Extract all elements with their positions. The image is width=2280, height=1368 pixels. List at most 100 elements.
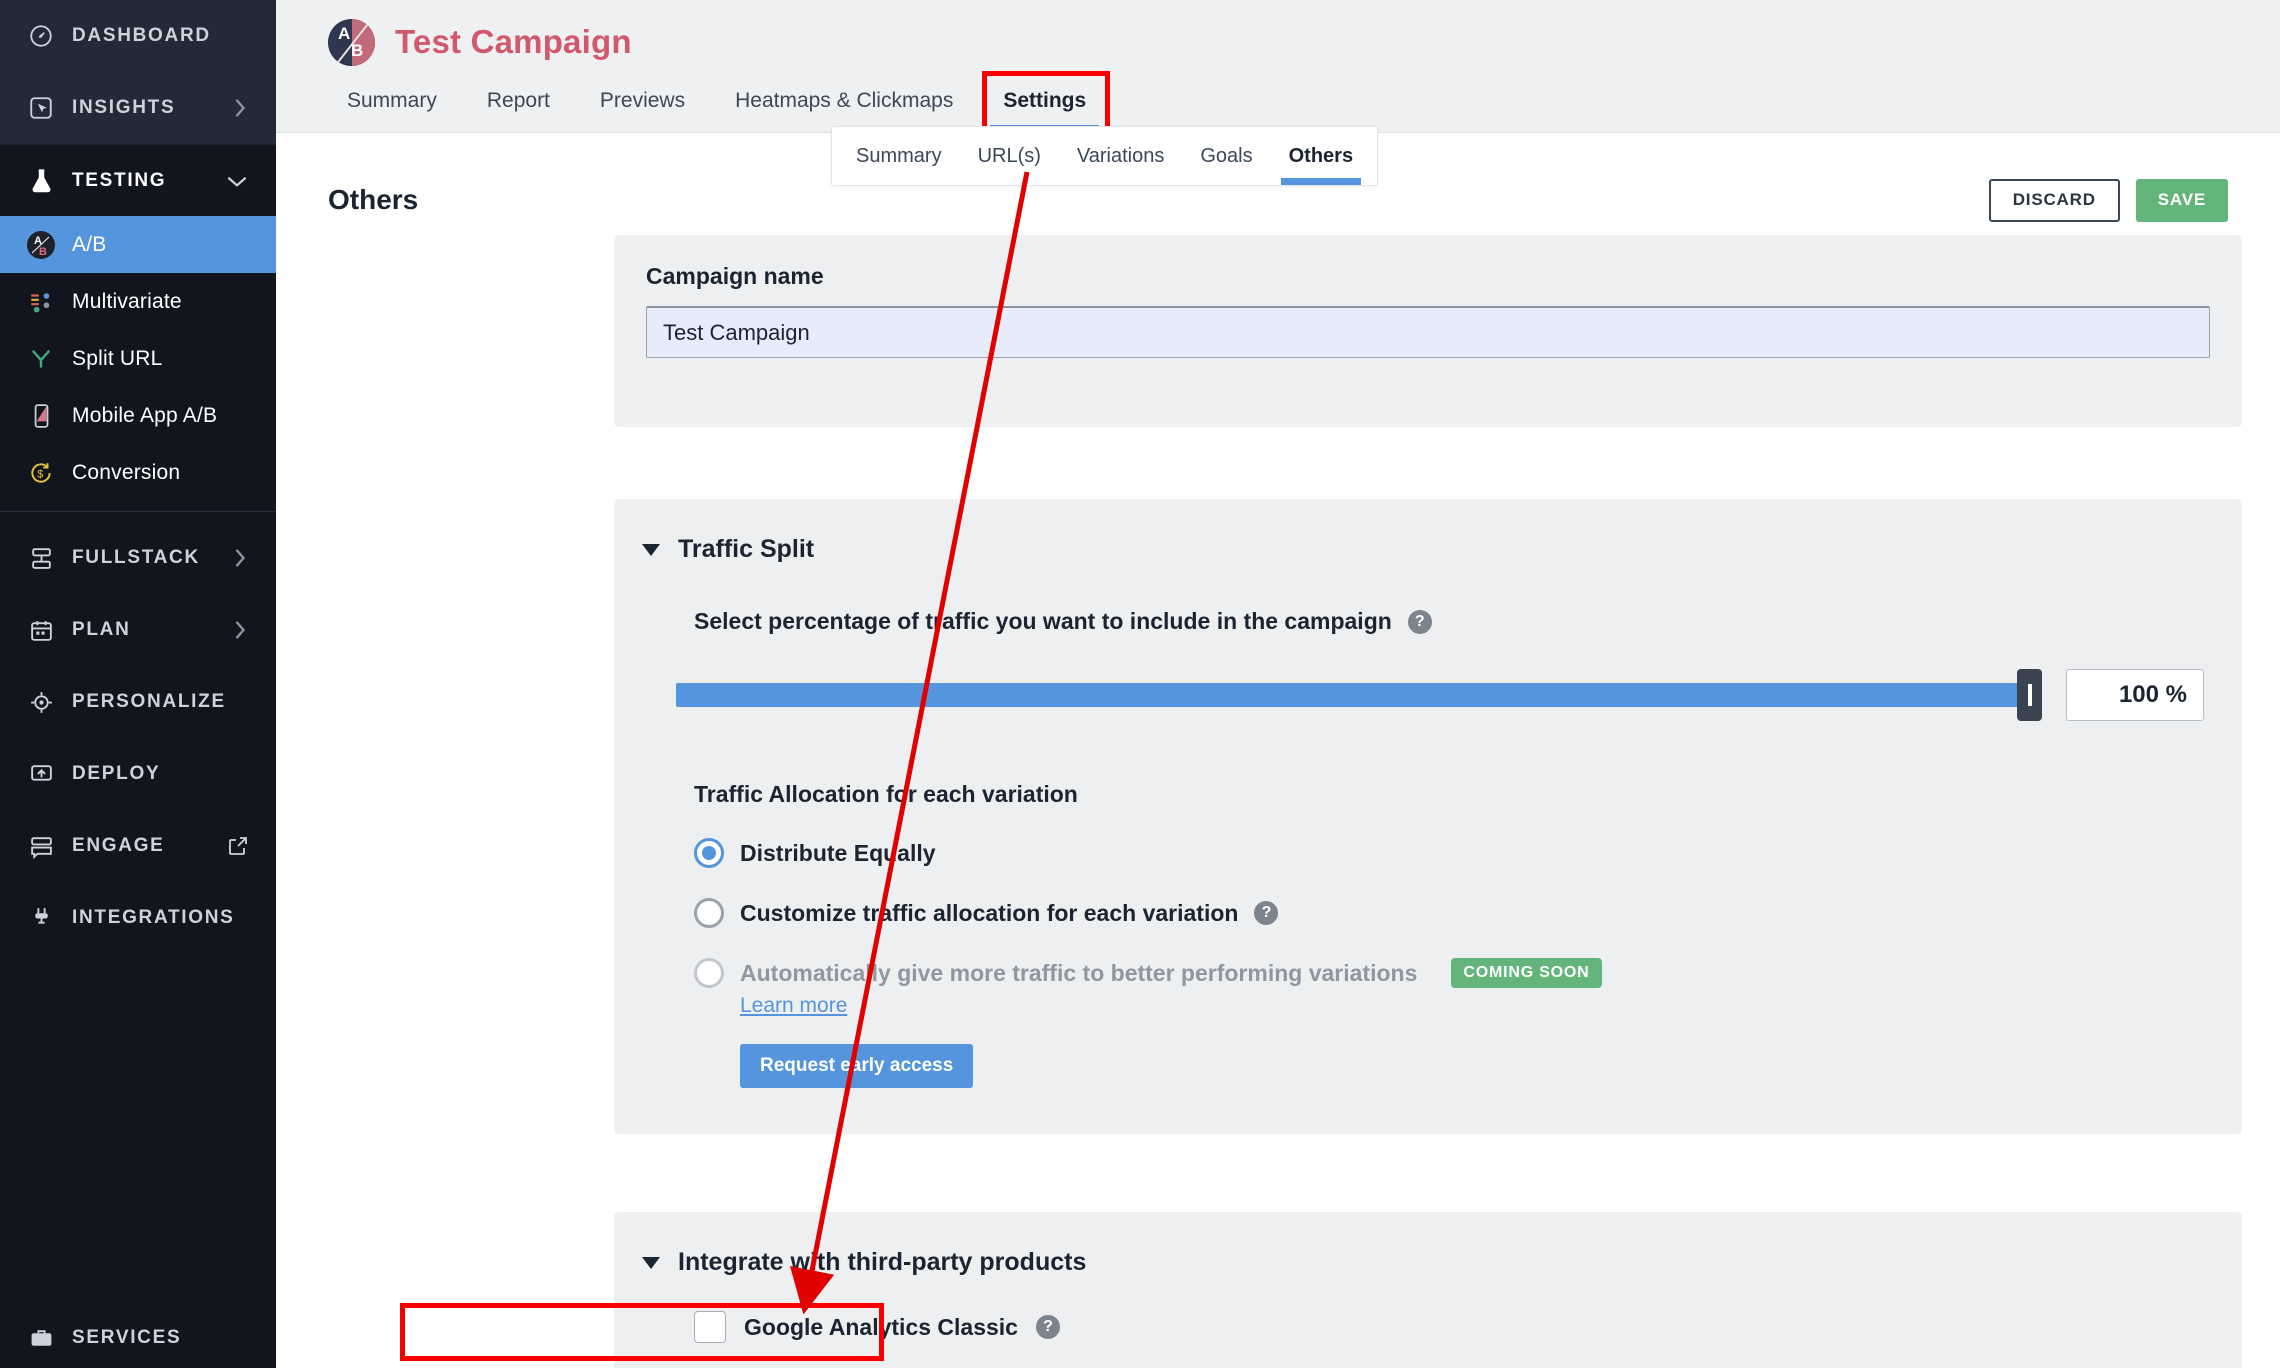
traffic-percent-label-row: Select percentage of traffic you want to… — [614, 608, 2242, 635]
checkbox-row-google-analytics-classic[interactable]: Google Analytics Classic ? — [614, 1311, 2242, 1343]
sidebar-item-label: TESTING — [72, 170, 166, 192]
sidebar-item-deploy[interactable]: DEPLOY — [0, 738, 276, 810]
request-early-access-button[interactable]: Request early access — [740, 1044, 973, 1088]
main-sidebar: DASHBOARD INSIGHTS TESTING — [0, 0, 276, 1368]
campaign-title-row: A B Test Campaign — [276, 0, 2280, 70]
traffic-allocation-title: Traffic Allocation for each variation — [614, 781, 2242, 808]
radio-option-distribute-equally[interactable]: Distribute Equally — [614, 838, 2242, 868]
tab-heatmaps-clickmaps[interactable]: Heatmaps & Clickmaps — [710, 70, 978, 132]
traffic-split-title: Traffic Split — [678, 535, 814, 564]
sidebar-item-label: DEPLOY — [72, 763, 160, 785]
sidebar-item-dashboard[interactable]: DASHBOARD — [0, 0, 276, 72]
svg-text:B: B — [39, 246, 47, 258]
sidebar-item-label: INSIGHTS — [72, 97, 175, 119]
subtab-others[interactable]: Others — [1271, 127, 1371, 185]
sidebar-item-label: Multivariate — [72, 290, 182, 314]
subtab-variations[interactable]: Variations — [1059, 127, 1182, 185]
chevron-right-icon — [230, 94, 250, 122]
checkbox-label: Google Analytics Classic — [744, 1314, 1018, 1341]
radio-button-unselected[interactable] — [694, 898, 724, 928]
sidebar-item-label: Conversion — [72, 461, 180, 485]
ab-logo-letter-a: A — [338, 24, 350, 44]
sidebar-item-fullstack[interactable]: FULLSTACK — [0, 522, 276, 594]
traffic-slider-row: 100 % — [614, 669, 2242, 721]
sidebar-item-label: INTEGRATIONS — [72, 907, 235, 929]
help-icon[interactable]: ? — [1254, 901, 1278, 925]
traffic-slider[interactable] — [676, 683, 2032, 707]
tab-settings[interactable]: Settings — [978, 70, 1111, 132]
radio-button-selected[interactable] — [694, 838, 724, 868]
chevron-right-icon — [230, 544, 250, 572]
radio-label: Automatically give more traffic to bette… — [740, 960, 1417, 987]
traffic-split-collapse-header[interactable]: Traffic Split — [614, 535, 2242, 564]
sidebar-bottom-group: SERVICES — [0, 1308, 276, 1368]
sidebar-item-mobile-app-ab[interactable]: Mobile App A/B — [0, 387, 276, 444]
traffic-slider-handle[interactable] — [2017, 669, 2042, 721]
settings-subtab-bar: Summary URL(s) Variations Goals Others — [831, 126, 1378, 186]
chevron-down-icon — [224, 171, 250, 191]
integrate-collapse-header[interactable]: Integrate with third-party products — [614, 1248, 2242, 1277]
app-root: DASHBOARD INSIGHTS TESTING — [0, 0, 2280, 1368]
sidebar-item-label: Split URL — [72, 347, 163, 371]
chevron-right-icon — [230, 616, 250, 644]
traffic-split-card: Traffic Split Select percentage of traff… — [614, 499, 2242, 1134]
tab-report[interactable]: Report — [462, 70, 575, 132]
radio-button-disabled — [694, 958, 724, 988]
sidebar-item-multivariate[interactable]: Multivariate — [0, 273, 276, 330]
campaign-name-card: Campaign name Test Campaign — [614, 235, 2242, 427]
sidebar-item-label: FULLSTACK — [72, 547, 200, 569]
others-settings-panel: Others DISCARD SAVE Campaign name Test C… — [276, 133, 2280, 1368]
sidebar-item-testing[interactable]: TESTING — [0, 144, 276, 216]
discard-button[interactable]: DISCARD — [1989, 179, 2120, 222]
subtab-goals[interactable]: Goals — [1182, 127, 1270, 185]
sidebar-item-label: PLAN — [72, 619, 131, 641]
integrate-title: Integrate with third-party products — [678, 1248, 1086, 1277]
conversion-icon: $ — [26, 458, 56, 488]
primary-tab-bar: Summary Report Previews Heatmaps & Click… — [276, 70, 2280, 132]
sidebar-item-label: SERVICES — [72, 1327, 181, 1349]
sidebar-item-split-url[interactable]: Split URL — [0, 330, 276, 387]
calendar-icon — [26, 615, 56, 645]
sidebar-item-personalize[interactable]: PERSONALIZE — [0, 666, 276, 738]
header-actions: DISCARD SAVE — [1989, 179, 2228, 222]
flask-icon — [26, 166, 56, 196]
sidebar-item-services[interactable]: SERVICES — [0, 1308, 276, 1368]
traffic-percent-input[interactable]: 100 % — [2066, 669, 2204, 721]
external-link-icon[interactable] — [226, 834, 250, 858]
sidebar-item-plan[interactable]: PLAN — [0, 594, 276, 666]
save-button[interactable]: SAVE — [2136, 179, 2228, 222]
engage-icon — [26, 831, 56, 861]
campaign-header: A B Test Campaign Summary Report Preview… — [276, 0, 2280, 133]
insights-icon — [26, 93, 56, 123]
ab-campaign-icon: A B — [328, 19, 375, 66]
sidebar-item-conversion[interactable]: $ Conversion — [0, 444, 276, 501]
tab-summary[interactable]: Summary — [322, 70, 462, 132]
sidebar-item-label: DASHBOARD — [72, 25, 211, 47]
sidebar-item-insights[interactable]: INSIGHTS — [0, 72, 276, 144]
radio-option-auto-allocate: Automatically give more traffic to bette… — [614, 958, 2242, 988]
fullstack-icon — [26, 543, 56, 573]
help-icon[interactable]: ? — [1036, 1315, 1060, 1339]
learn-more-link[interactable]: Learn more — [614, 994, 847, 1018]
sidebar-item-engage[interactable]: ENGAGE — [0, 810, 276, 882]
tab-previews[interactable]: Previews — [575, 70, 710, 132]
sidebar-item-integrations[interactable]: INTEGRATIONS — [0, 882, 276, 954]
sidebar-item-ab[interactable]: A B A/B — [0, 216, 276, 273]
main-content: A B Test Campaign Summary Report Preview… — [276, 0, 2280, 1368]
radio-option-customize-allocation[interactable]: Customize traffic allocation for each va… — [614, 898, 2242, 928]
svg-text:$: $ — [37, 468, 43, 480]
sidebar-item-label: PERSONALIZE — [72, 691, 226, 713]
sidebar-item-label: A/B — [72, 233, 106, 257]
checkbox-unchecked[interactable] — [694, 1311, 726, 1343]
campaign-name-input[interactable]: Test Campaign — [646, 306, 2210, 358]
third-party-integration-card: Integrate with third-party products Goog… — [614, 1212, 2242, 1368]
help-icon[interactable]: ? — [1408, 610, 1432, 634]
caret-down-icon[interactable] — [642, 1257, 660, 1269]
subtab-urls[interactable]: URL(s) — [960, 127, 1059, 185]
subtab-summary[interactable]: Summary — [838, 127, 960, 185]
traffic-percent-label: Select percentage of traffic you want to… — [694, 608, 1392, 635]
caret-down-icon[interactable] — [642, 544, 660, 556]
plug-icon — [26, 903, 56, 933]
sidebar-top-group: DASHBOARD INSIGHTS — [0, 0, 276, 144]
mobile-app-icon — [26, 401, 56, 431]
